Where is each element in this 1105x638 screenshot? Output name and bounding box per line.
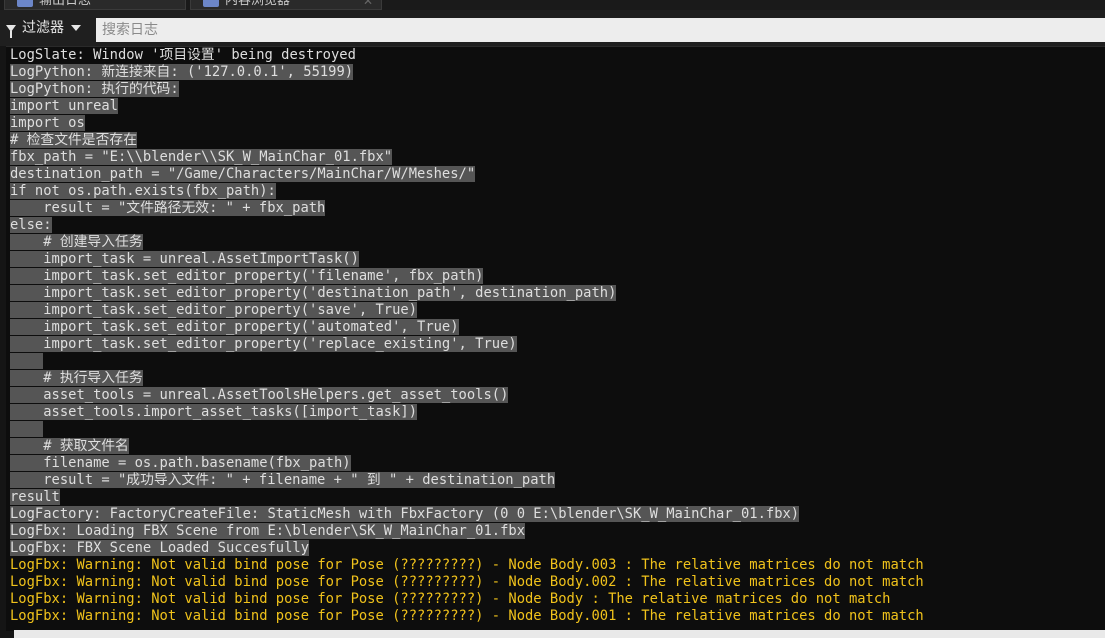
log-line[interactable]: asset_tools.import_asset_tasks([import_t… xyxy=(6,404,1105,421)
log-line-text: # 创建导入任务 xyxy=(10,234,143,250)
log-line-text: else: xyxy=(10,217,52,233)
log-line-text: LogSlate: Window '项目设置' being destroyed xyxy=(10,47,356,63)
tab-label: 输出日志 xyxy=(39,0,92,8)
close-icon[interactable]: ✕ xyxy=(363,0,373,10)
log-line[interactable]: result = "成功导入文件: " + filename + " 到 " +… xyxy=(6,472,1105,489)
log-line[interactable]: # 检查文件是否存在 xyxy=(6,132,1105,149)
log-line[interactable]: result xyxy=(6,489,1105,506)
log-line-text: import_task.set_editor_property('automat… xyxy=(10,319,459,335)
log-line-text: import_task.set_editor_property('save', … xyxy=(10,302,418,318)
log-line[interactable]: asset_tools = unreal.AssetToolsHelpers.g… xyxy=(6,387,1105,404)
log-line-text: result = "文件路径无效: " + fbx_path xyxy=(10,200,326,216)
log-line-text: result xyxy=(10,489,60,505)
chevron-down-icon xyxy=(71,25,81,31)
log-line[interactable]: LogFactory: FactoryCreateFile: StaticMes… xyxy=(6,506,1105,523)
log-line-text: import_task = unreal.AssetImportTask() xyxy=(10,251,359,267)
console-input[interactable] xyxy=(14,630,1105,638)
log-line[interactable]: # 创建导入任务 xyxy=(6,234,1105,251)
log-toolbar: 过滤器 xyxy=(0,10,1105,46)
log-line-warning[interactable]: LogFbx: Warning: Not valid bind pose for… xyxy=(6,574,1105,591)
output-log-icon xyxy=(17,0,33,7)
log-line[interactable]: # 执行导入任务 xyxy=(6,370,1105,387)
log-line[interactable]: LogFbx: FBX Scene Loaded Succesfully xyxy=(6,540,1105,557)
log-line-text: # 执行导入任务 xyxy=(10,370,143,386)
log-line[interactable]: if not os.path.exists(fbx_path): xyxy=(6,183,1105,200)
log-line-text: # 获取文件名 xyxy=(10,438,129,454)
log-line-text: import_task.set_editor_property('replace… xyxy=(10,336,517,352)
log-line[interactable]: import os xyxy=(6,115,1105,132)
log-line-text: import unreal xyxy=(10,98,118,114)
log-line[interactable]: result = "文件路径无效: " + fbx_path xyxy=(6,200,1105,217)
log-line-text: asset_tools.import_asset_tasks([import_t… xyxy=(10,404,418,420)
filter-icon xyxy=(6,25,16,38)
log-line[interactable]: import_task.set_editor_property('replace… xyxy=(6,336,1105,353)
tab-output-log[interactable]: 输出日志 xyxy=(4,0,186,10)
log-line[interactable] xyxy=(6,353,1105,370)
log-line-text: LogPython: 新连接来自: ('127.0.0.1', 55199) xyxy=(10,64,354,80)
log-line-text: import_task.set_editor_property('filenam… xyxy=(10,268,484,284)
tab-label: 内容浏览器 xyxy=(225,0,291,8)
tab-content-browser[interactable]: 内容浏览器 ✕ xyxy=(190,0,382,10)
log-line-text: fbx_path = "E:\\blender\\SK_W_MainChar_0… xyxy=(10,149,393,165)
log-line-text: result = "成功导入文件: " + filename + " 到 " +… xyxy=(10,472,556,488)
log-output[interactable]: LogSlate: Window '项目设置' being destroyed L… xyxy=(6,46,1105,631)
log-line-text: asset_tools = unreal.AssetToolsHelpers.g… xyxy=(10,387,509,403)
log-line-warning[interactable]: LogFbx: Warning: Not valid bind pose for… xyxy=(6,608,1105,625)
log-line-text: LogFactory: FactoryCreateFile: StaticMes… xyxy=(10,506,800,522)
log-line-text: if not os.path.exists(fbx_path): xyxy=(10,183,276,199)
filter-label: 过滤器 xyxy=(22,20,64,36)
log-line[interactable]: import_task.set_editor_property('automat… xyxy=(6,319,1105,336)
log-line-text: destination_path = "/Game/Characters/Mai… xyxy=(10,166,476,182)
log-line[interactable]: import_task.set_editor_property('destina… xyxy=(6,285,1105,302)
log-line-warning[interactable]: LogFbx: Warning: Not valid bind pose for… xyxy=(6,557,1105,574)
log-line-text: # 检查文件是否存在 xyxy=(10,132,137,148)
log-line[interactable]: filename = os.path.basename(fbx_path) xyxy=(6,455,1105,472)
log-line[interactable]: import_task.set_editor_property('save', … xyxy=(6,302,1105,319)
filter-button[interactable]: 过滤器 xyxy=(6,17,81,39)
log-line[interactable]: # 获取文件名 xyxy=(6,438,1105,455)
log-line-text xyxy=(10,353,44,369)
log-line-text: LogFbx: FBX Scene Loaded Succesfully xyxy=(10,540,310,556)
log-line[interactable]: fbx_path = "E:\\blender\\SK_W_MainChar_0… xyxy=(6,149,1105,166)
log-line[interactable] xyxy=(6,421,1105,438)
log-line[interactable]: import unreal xyxy=(6,98,1105,115)
log-line[interactable]: LogPython: 新连接来自: ('127.0.0.1', 55199) xyxy=(6,64,1105,81)
log-line[interactable]: LogSlate: Window '项目设置' being destroyed xyxy=(6,47,1105,64)
log-line-text xyxy=(10,421,44,437)
log-line-text: LogFbx: Warning: Not valid bind pose for… xyxy=(10,591,891,607)
log-line[interactable]: import_task.set_editor_property('filenam… xyxy=(6,268,1105,285)
log-line[interactable]: else: xyxy=(6,217,1105,234)
log-line-text: import os xyxy=(10,115,85,131)
log-line-text: LogFbx: Warning: Not valid bind pose for… xyxy=(10,557,924,573)
log-line-text: LogFbx: Warning: Not valid bind pose for… xyxy=(10,608,924,624)
log-line[interactable]: LogPython: 执行的代码: xyxy=(6,81,1105,98)
log-line[interactable]: destination_path = "/Game/Characters/Mai… xyxy=(6,166,1105,183)
search-input[interactable] xyxy=(96,18,1105,42)
content-browser-icon xyxy=(203,0,219,7)
tab-bar: 输出日志 内容浏览器 ✕ xyxy=(0,0,1105,10)
log-line[interactable]: import_task = unreal.AssetImportTask() xyxy=(6,251,1105,268)
log-line-warning[interactable]: LogFbx: Warning: Not valid bind pose for… xyxy=(6,591,1105,608)
log-line[interactable]: LogFbx: Loading FBX Scene from E:\blende… xyxy=(6,523,1105,540)
log-line-text: filename = os.path.basename(fbx_path) xyxy=(10,455,351,471)
log-line-text: import_task.set_editor_property('destina… xyxy=(10,285,617,301)
log-line-text: LogPython: 执行的代码: xyxy=(10,81,179,97)
log-line-text: LogFbx: Warning: Not valid bind pose for… xyxy=(10,574,924,590)
log-line-text: LogFbx: Loading FBX Scene from E:\blende… xyxy=(10,523,525,539)
